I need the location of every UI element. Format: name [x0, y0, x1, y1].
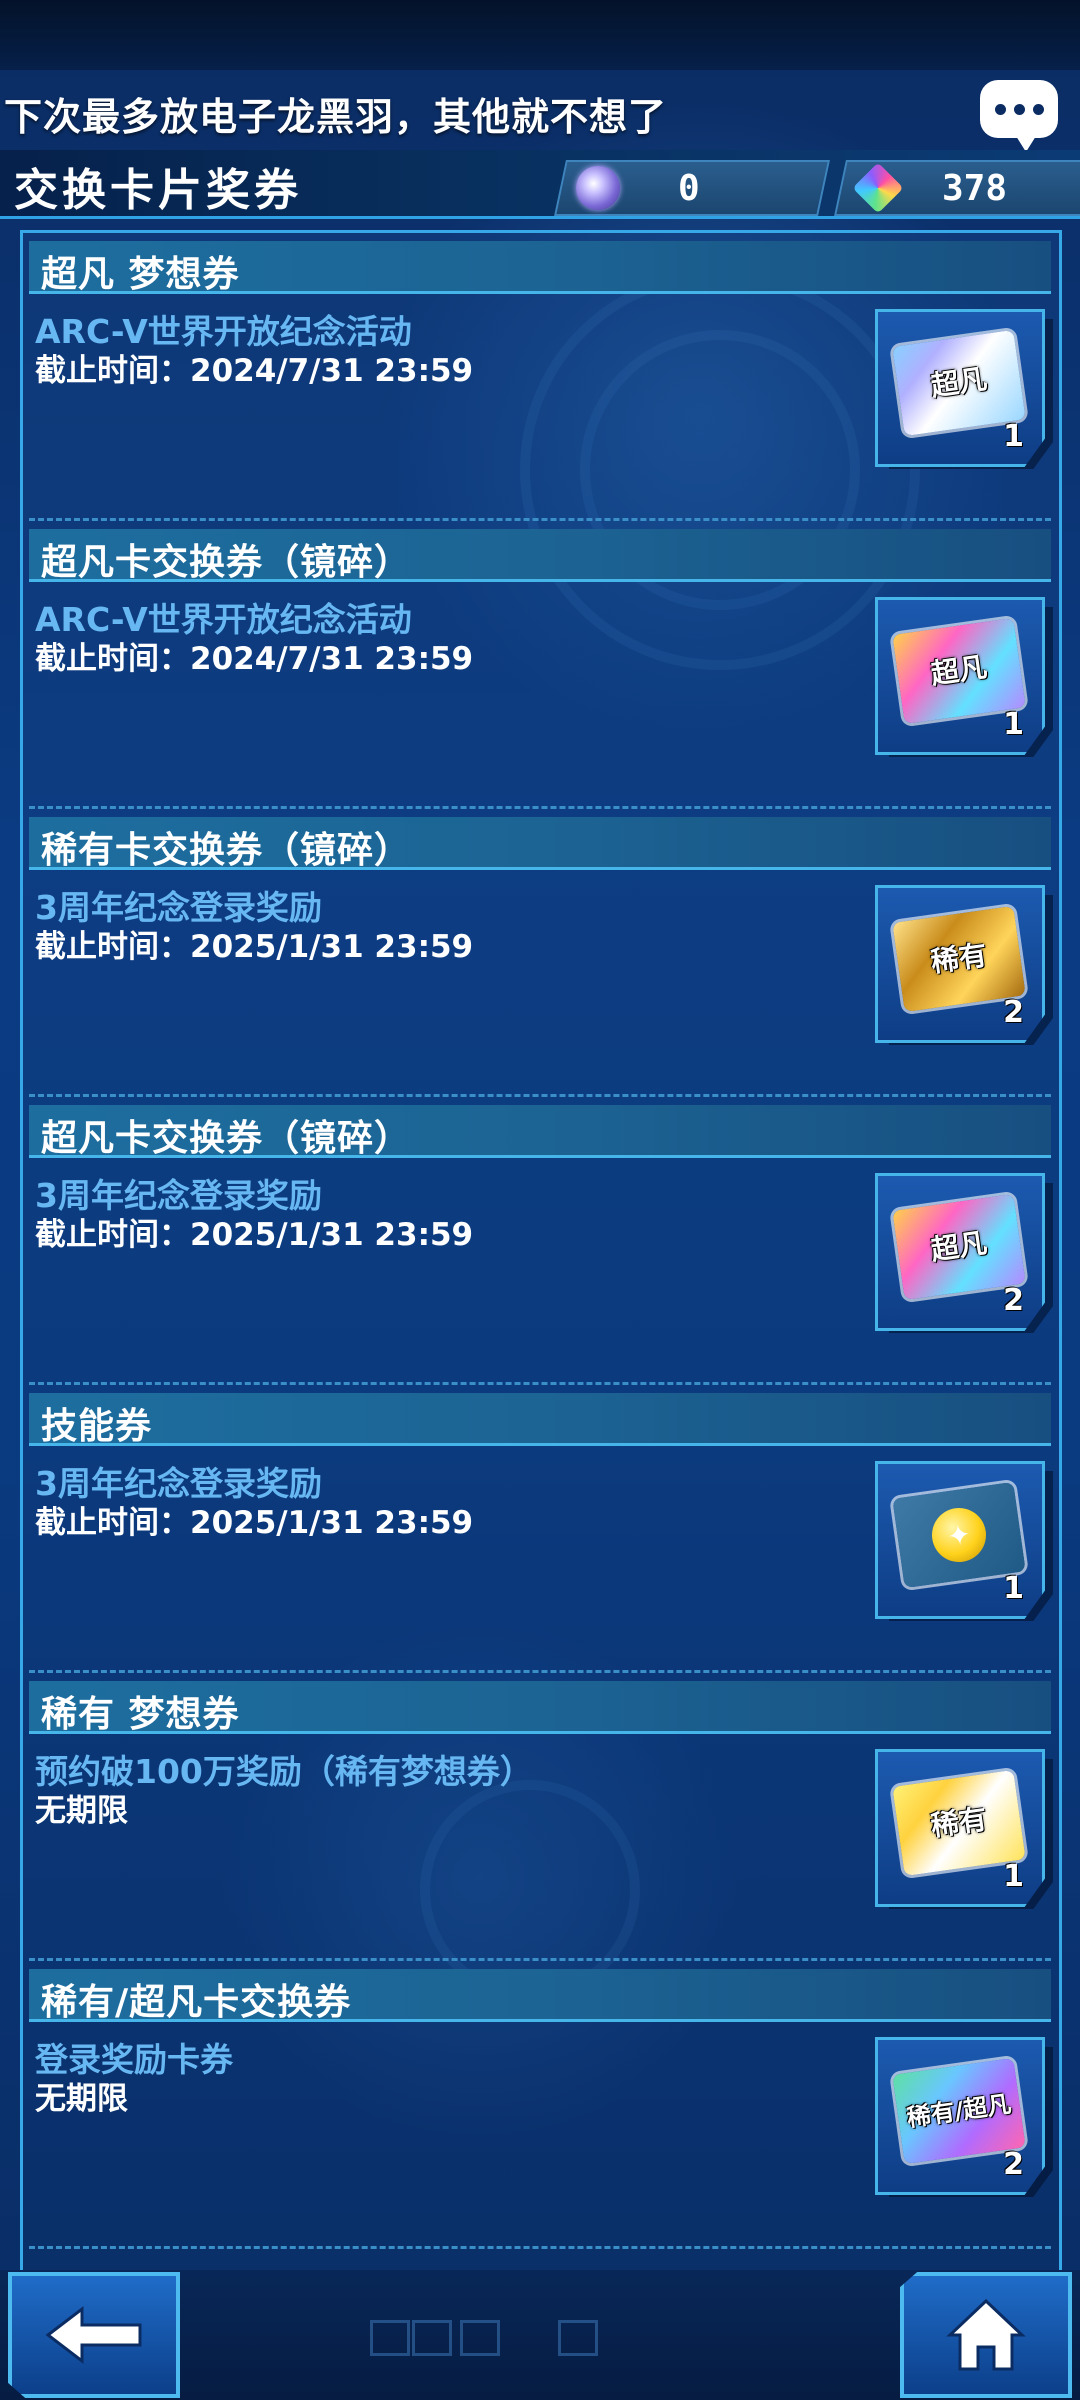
ticket-count: 2 [1003, 1283, 1024, 1318]
ticket-art-label: 超凡 [928, 1226, 989, 1267]
home-button[interactable] [900, 2272, 1072, 2398]
ticket-card[interactable]: ✦ 1 [875, 1461, 1045, 1619]
ticket-art-label: 稀有/超凡 [905, 2089, 1013, 2133]
ticket-count: 1 [1003, 1571, 1024, 1606]
bottom-decoration [460, 2320, 500, 2356]
chat-icon [994, 103, 1006, 115]
back-button[interactable] [8, 2272, 180, 2398]
orb-currency: 0 [554, 160, 830, 216]
ticket-row[interactable]: 稀有卡交换券（镜碎） 3周年纪念登录奖励 截止时间：2025/1/31 23:5… [23, 809, 1059, 1097]
ticket-count: 1 [1003, 1859, 1024, 1894]
ticket-card[interactable]: 超凡 2 [875, 1173, 1045, 1331]
ticket-deadline: 截止时间：2025/1/31 23:59 [35, 1217, 474, 1253]
ticket-deadline: 截止时间：2025/1/31 23:59 [35, 929, 474, 965]
divider [29, 2246, 1051, 2249]
chat-button[interactable] [980, 80, 1058, 152]
ticket-title-bar: 超凡卡交换券（镜碎） [29, 529, 1051, 583]
ticket-title: 稀有/超凡卡交换券 [41, 1982, 352, 2023]
ticket-title: 超凡 梦想券 [41, 254, 240, 295]
ticket-title-bar: 稀有 梦想券 [29, 1681, 1051, 1735]
ticket-row[interactable]: 稀有 梦想券 预约破100万奖励（稀有梦想券） 无期限 稀有 1 [23, 1673, 1059, 1961]
back-arrow-icon [45, 2305, 142, 2365]
bottom-decoration [412, 2320, 452, 2356]
ticket-art-label: 稀有 [928, 938, 989, 979]
ticket-list[interactable]: 超凡 梦想券 ARC-V世界开放纪念活动 截止时间：2024/7/31 23:5… [20, 230, 1062, 2273]
bottom-decoration [370, 2320, 410, 2356]
gem-currency: 378 [834, 160, 1080, 216]
ticket-art-label: 超凡 [928, 362, 989, 403]
home-icon [946, 2298, 1026, 2371]
ticket-title: 稀有卡交换券（镜碎） [41, 830, 412, 871]
chat-icon-dot [1013, 103, 1025, 115]
page-header: 交换卡片奖券 0 378 [0, 150, 1080, 219]
gem-icon [852, 162, 904, 214]
ticket-row[interactable]: 稀有/超凡卡交换券 登录奖励卡券 无期限 稀有/超凡 2 [23, 1961, 1059, 2249]
ticket-title-bar: 稀有卡交换券（镜碎） [29, 817, 1051, 871]
chat-icon-dot [1032, 103, 1044, 115]
ticket-row[interactable]: 超凡卡交换券（镜碎） 3周年纪念登录奖励 截止时间：2025/1/31 23:5… [23, 1097, 1059, 1385]
ticket-title: 技能券 [41, 1406, 153, 1447]
ticket-count: 1 [1003, 707, 1024, 742]
ticket-deadline: 截止时间：2024/7/31 23:59 [35, 353, 474, 389]
status-area [0, 0, 1080, 70]
ticket-deadline: 无期限 [35, 1793, 128, 1829]
ticket-art-label: 超凡 [928, 650, 989, 691]
ticket-title-bar: 稀有/超凡卡交换券 [29, 1969, 1051, 2023]
ticket-title: 稀有 梦想券 [41, 1694, 240, 1735]
ticket-deadline: 无期限 [35, 2081, 128, 2117]
ticket-title: 超凡卡交换券（镜碎） [41, 542, 412, 583]
ticket-card[interactable]: 稀有 2 [875, 885, 1045, 1043]
ticket-title: 超凡卡交换券（镜碎） [41, 1118, 412, 1159]
ticket-title-bar: 超凡卡交换券（镜碎） [29, 1105, 1051, 1159]
ticket-card[interactable]: 超凡 1 [875, 309, 1045, 467]
ticket-card[interactable]: 稀有 1 [875, 1749, 1045, 1907]
orb-icon [576, 166, 620, 210]
screen: 下次最多放电子龙黑羽，其他就不想了 交换卡片奖券 0 378 超凡 梦想券 AR… [0, 0, 1080, 2400]
ticket-count: 2 [1003, 995, 1024, 1030]
ticket-title-bar: 技能券 [29, 1393, 1051, 1447]
ticket-title-bar: 超凡 梦想券 [29, 241, 1051, 295]
ticket-art-label: 稀有 [928, 1802, 989, 1843]
ticket-row[interactable]: 超凡卡交换券（镜碎） ARC-V世界开放纪念活动 截止时间：2024/7/31 … [23, 521, 1059, 809]
ticket-deadline: 截止时间：2025/1/31 23:59 [35, 1505, 474, 1541]
ticket-card[interactable]: 稀有/超凡 2 [875, 2037, 1045, 2195]
star-coin-icon: ✦ [928, 1504, 990, 1566]
ticket-count: 2 [1003, 2147, 1024, 2182]
orb-count: 0 [678, 167, 700, 209]
gem-count: 378 [942, 167, 1008, 209]
message-banner: 下次最多放电子龙黑羽，其他就不想了 [0, 78, 1080, 148]
page-title: 交换卡片奖券 [14, 165, 302, 216]
banner-text: 下次最多放电子龙黑羽，其他就不想了 [4, 94, 668, 139]
ticket-row[interactable]: 技能券 3周年纪念登录奖励 截止时间：2025/1/31 23:59 ✦ 1 [23, 1385, 1059, 1673]
ticket-card[interactable]: 超凡 1 [875, 597, 1045, 755]
ticket-row[interactable]: 超凡 梦想券 ARC-V世界开放纪念活动 截止时间：2024/7/31 23:5… [23, 233, 1059, 521]
ticket-count: 1 [1003, 419, 1024, 454]
bottom-decoration [558, 2320, 598, 2356]
ticket-deadline: 截止时间：2024/7/31 23:59 [35, 641, 474, 677]
